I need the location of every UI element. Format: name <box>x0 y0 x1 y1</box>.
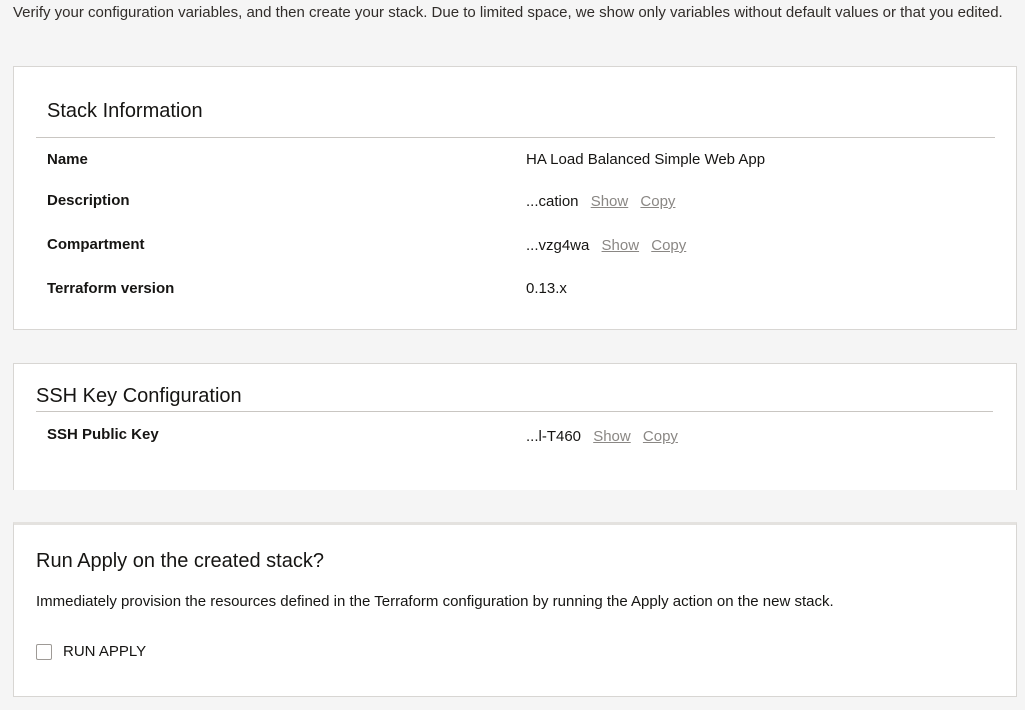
stack-information-divider <box>36 137 995 138</box>
ssh-key-configuration-panel: SSH Key Configuration SSH Public Key ...… <box>13 363 1017 490</box>
stack-information-title: Stack Information <box>47 100 203 122</box>
run-apply-checkbox[interactable] <box>36 643 52 660</box>
stack-information-panel: Stack Information Name HA Load Balanced … <box>13 66 1017 330</box>
run-apply-option[interactable]: RUN APPLY <box>36 643 146 660</box>
ssh-public-key-value: ...l-T460 <box>526 428 582 445</box>
name-value: HA Load Balanced Simple Web App <box>526 151 766 168</box>
terraform-version-label: Terraform version <box>47 280 175 297</box>
compartment-value: ...vzg4wa <box>526 237 590 254</box>
compartment-copy-link[interactable]: Copy <box>651 237 686 254</box>
description-label: Description <box>47 192 130 209</box>
compartment-label: Compartment <box>47 236 145 253</box>
ssh-public-key-copy-link[interactable]: Copy <box>643 428 678 445</box>
ssh-public-key-show-link[interactable]: Show <box>593 428 631 445</box>
description-show-link[interactable]: Show <box>591 193 629 210</box>
compartment-value-group: ...vzg4wa Show Copy <box>526 237 686 254</box>
ssh-key-configuration-title: SSH Key Configuration <box>36 385 242 407</box>
run-apply-title: Run Apply on the created stack? <box>36 550 324 572</box>
intro-text: Verify your configuration variables, and… <box>13 4 1003 21</box>
compartment-show-link[interactable]: Show <box>602 237 640 254</box>
name-label: Name <box>47 151 88 168</box>
ssh-public-key-label: SSH Public Key <box>47 426 159 443</box>
description-copy-link[interactable]: Copy <box>640 193 675 210</box>
run-apply-description: Immediately provision the resources defi… <box>36 593 834 610</box>
run-apply-panel: Run Apply on the created stack? Immediat… <box>13 522 1017 697</box>
terraform-version-value: 0.13.x <box>526 280 567 297</box>
ssh-public-key-value-group: ...l-T460 Show Copy <box>526 428 678 445</box>
description-value-group: ...cation Show Copy <box>526 193 675 210</box>
ssh-key-configuration-divider <box>36 411 993 412</box>
run-apply-checkbox-label[interactable]: RUN APPLY <box>63 643 146 660</box>
description-value: ...cation <box>526 193 579 210</box>
